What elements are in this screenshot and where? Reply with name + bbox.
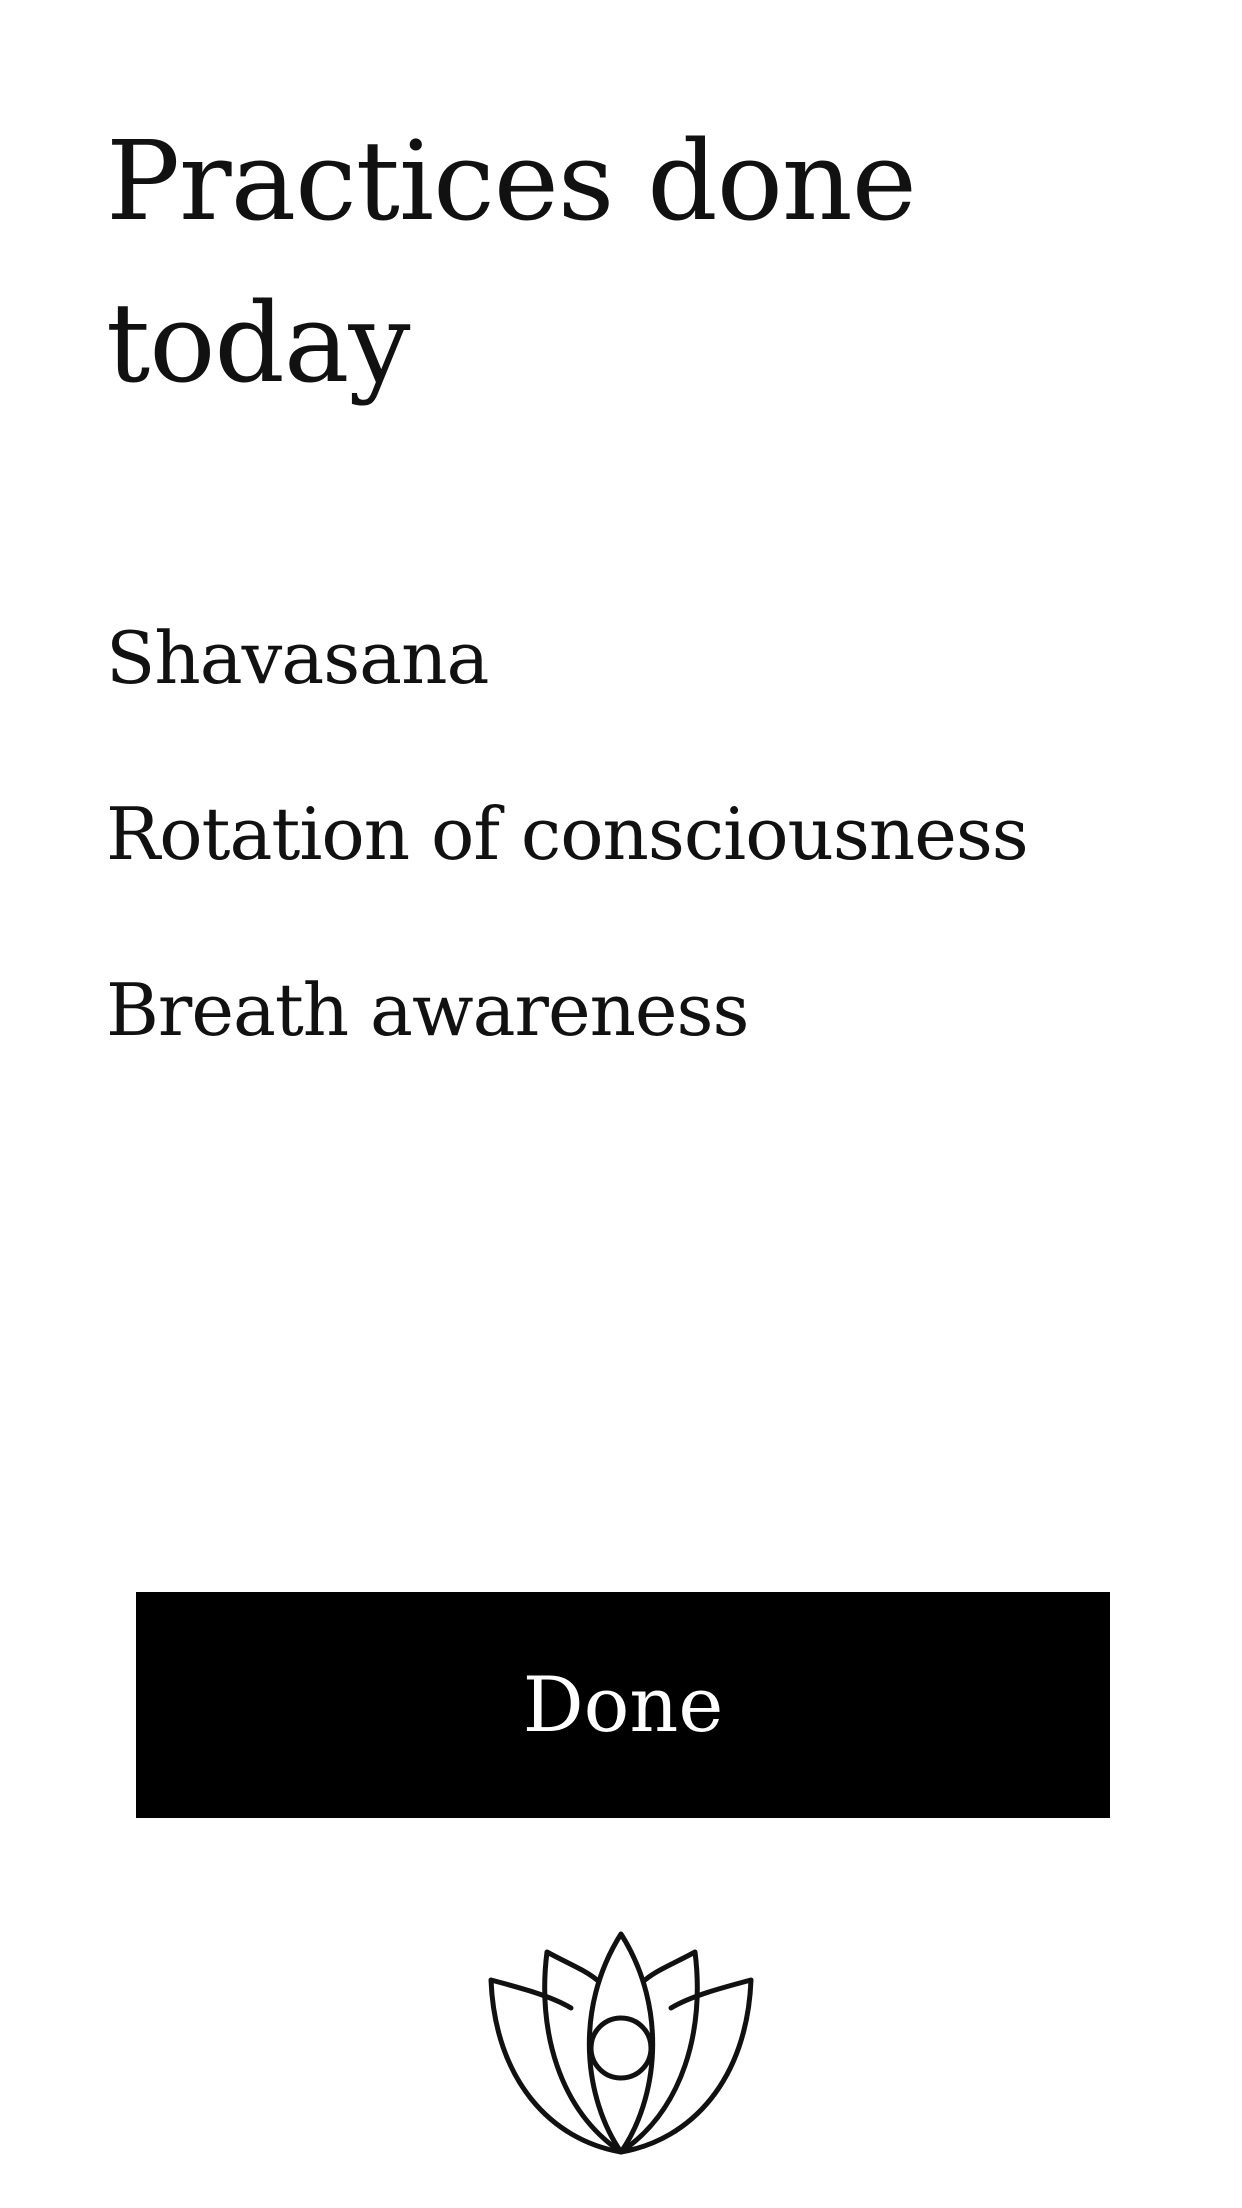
done-button[interactable]: Done [136, 1592, 1110, 1818]
practice-item-rotation-of-consciousness: Rotation of consciousness [106, 792, 1029, 876]
page-title: Practices done today [106, 117, 917, 407]
practices-list: Shavasana Rotation of consciousness Brea… [106, 570, 1029, 1098]
lotus-icon [481, 1930, 761, 2160]
practice-item-breath-awareness: Breath awareness [106, 968, 749, 1052]
practice-item-shavasana: Shavasana [106, 616, 489, 700]
